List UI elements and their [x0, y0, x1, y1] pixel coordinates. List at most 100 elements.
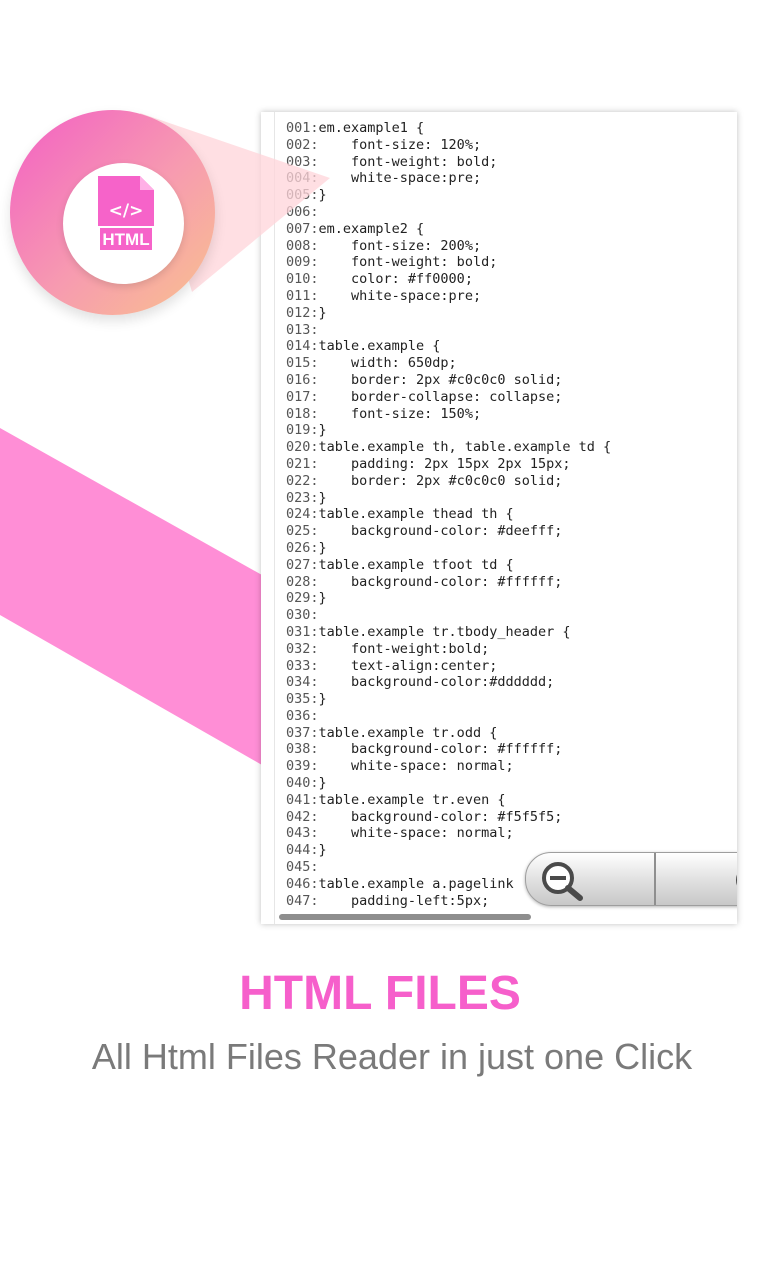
line-text: border: 2px #c0c0c0 solid; — [318, 472, 563, 489]
code-line: 031:table.example tr.tbody_header { — [286, 624, 737, 641]
code-line: 017: border-collapse: collapse; — [286, 389, 737, 406]
code-line: 011: white-space:pre; — [286, 288, 737, 305]
file-icon-label: HTML — [102, 230, 149, 249]
line-number: 030: — [286, 607, 319, 624]
line-text: font-weight:bold; — [318, 640, 490, 657]
line-number: 001: — [286, 120, 319, 136]
line-number: 027: — [286, 556, 319, 573]
zoom-controls — [525, 852, 737, 906]
code-line: 020:table.example th, table.example td { — [286, 439, 737, 456]
html-file-icon: </> HTML — [98, 176, 154, 252]
line-text: } — [318, 422, 327, 439]
line-text: table.example tr.even { — [318, 791, 506, 808]
line-number: 019: — [286, 422, 319, 439]
line-text: font-size: 150%; — [318, 405, 482, 422]
line-text: table.example tr.odd { — [318, 724, 498, 741]
code-line: 008: font-size: 200%; — [286, 238, 737, 255]
line-number: 037: — [286, 724, 319, 741]
code-line: 013: — [286, 322, 737, 339]
line-number: 011: — [286, 287, 319, 304]
line-number: 009: — [286, 254, 319, 271]
line-number: 012: — [286, 304, 319, 321]
code-line: 005:} — [286, 187, 737, 204]
line-text: table.example tfoot td { — [318, 556, 514, 573]
line-number: 002: — [286, 136, 319, 153]
line-text: } — [318, 489, 327, 506]
zoom-out-icon[interactable] — [536, 859, 586, 901]
page-title: HTML FILES — [239, 967, 521, 1020]
line-number: 033: — [286, 657, 319, 674]
line-text: background-color: #deefff; — [318, 523, 563, 540]
horizontal-scrollbar[interactable] — [279, 914, 531, 920]
code-line: 010: color: #ff0000; — [286, 271, 737, 288]
line-number: 046: — [286, 875, 319, 892]
line-text: background-color: #f5f5f5; — [318, 808, 563, 825]
line-number: 041: — [286, 791, 319, 808]
line-number: 006: — [286, 203, 319, 220]
line-number: 016: — [286, 371, 319, 388]
code-line: 033: text-align:center; — [286, 658, 737, 675]
html-badge: </> HTML — [10, 110, 215, 315]
line-number: 018: — [286, 405, 319, 422]
file-icon-code-glyph: </> — [109, 201, 144, 221]
line-text: text-align:center; — [318, 657, 498, 674]
code-line: 043: white-space: normal; — [286, 825, 737, 842]
code-line: 028: background-color: #ffffff; — [286, 574, 737, 591]
code-line: 012:} — [286, 305, 737, 322]
line-text: background-color:#dddddd; — [318, 674, 555, 691]
line-text: font-size: 120%; — [318, 136, 482, 153]
line-text: border-collapse: collapse; — [318, 388, 563, 405]
line-number: 031: — [286, 623, 319, 640]
code-line: 007:em.example2 { — [286, 221, 737, 238]
code-line: 002: font-size: 120%; — [286, 137, 737, 154]
line-number: 028: — [286, 573, 319, 590]
line-number: 014: — [286, 338, 319, 355]
panel-divider — [274, 112, 275, 924]
line-text: font-weight: bold; — [318, 153, 498, 170]
code-line: 021: padding: 2px 15px 2px 15px; — [286, 456, 737, 473]
code-line: 009: font-weight: bold; — [286, 254, 737, 271]
line-text: color: #ff0000; — [318, 271, 473, 288]
line-number: 032: — [286, 640, 319, 657]
code-line: 001:em.example1 { — [286, 120, 737, 137]
line-text: border: 2px #c0c0c0 solid; — [318, 371, 563, 388]
line-number: 043: — [286, 825, 319, 842]
line-number: 040: — [286, 775, 319, 792]
code-line: 039: white-space: normal; — [286, 758, 737, 775]
line-text: background-color: #ffffff; — [318, 573, 563, 590]
line-number: 024: — [286, 506, 319, 523]
line-text: table.example a.pagelink — [318, 875, 514, 892]
line-text: padding-left:5px; — [318, 892, 490, 909]
line-text: table.example th, table.example td { — [318, 439, 612, 456]
line-text: } — [318, 775, 327, 792]
line-number: 035: — [286, 691, 319, 708]
line-number: 013: — [286, 321, 319, 338]
code-line: 019:} — [286, 422, 737, 439]
code-line: 032: font-weight:bold; — [286, 641, 737, 658]
line-number: 044: — [286, 842, 319, 859]
code-line: 024:table.example thead th { — [286, 506, 737, 523]
line-number: 026: — [286, 539, 319, 556]
line-text: } — [318, 304, 327, 321]
line-number: 003: — [286, 153, 319, 170]
line-number: 015: — [286, 355, 319, 372]
line-text: padding: 2px 15px 2px 15px; — [318, 455, 571, 472]
line-text: font-size: 200%; — [318, 237, 482, 254]
line-number: 017: — [286, 388, 319, 405]
code-line: 035:} — [286, 691, 737, 708]
page-subtitle: All Html Files Reader in just one Click — [91, 1036, 693, 1077]
line-number: 007: — [286, 220, 319, 237]
zoom-in-icon[interactable] — [731, 865, 737, 895]
code-line: 029:} — [286, 590, 737, 607]
line-number: 045: — [286, 859, 319, 876]
code-line: 023:} — [286, 490, 737, 507]
code-line: 003: font-weight: bold; — [286, 154, 737, 171]
line-number: 042: — [286, 808, 319, 825]
code-listing[interactable]: 001:em.example1 {002: font-size: 120%; 00… — [286, 120, 737, 909]
line-text: white-space: normal; — [318, 758, 514, 775]
code-line: 036: — [286, 708, 737, 725]
code-line: 026:} — [286, 540, 737, 557]
line-number: 025: — [286, 523, 319, 540]
line-number: 022: — [286, 472, 319, 489]
code-line: 027:table.example tfoot td { — [286, 557, 737, 574]
